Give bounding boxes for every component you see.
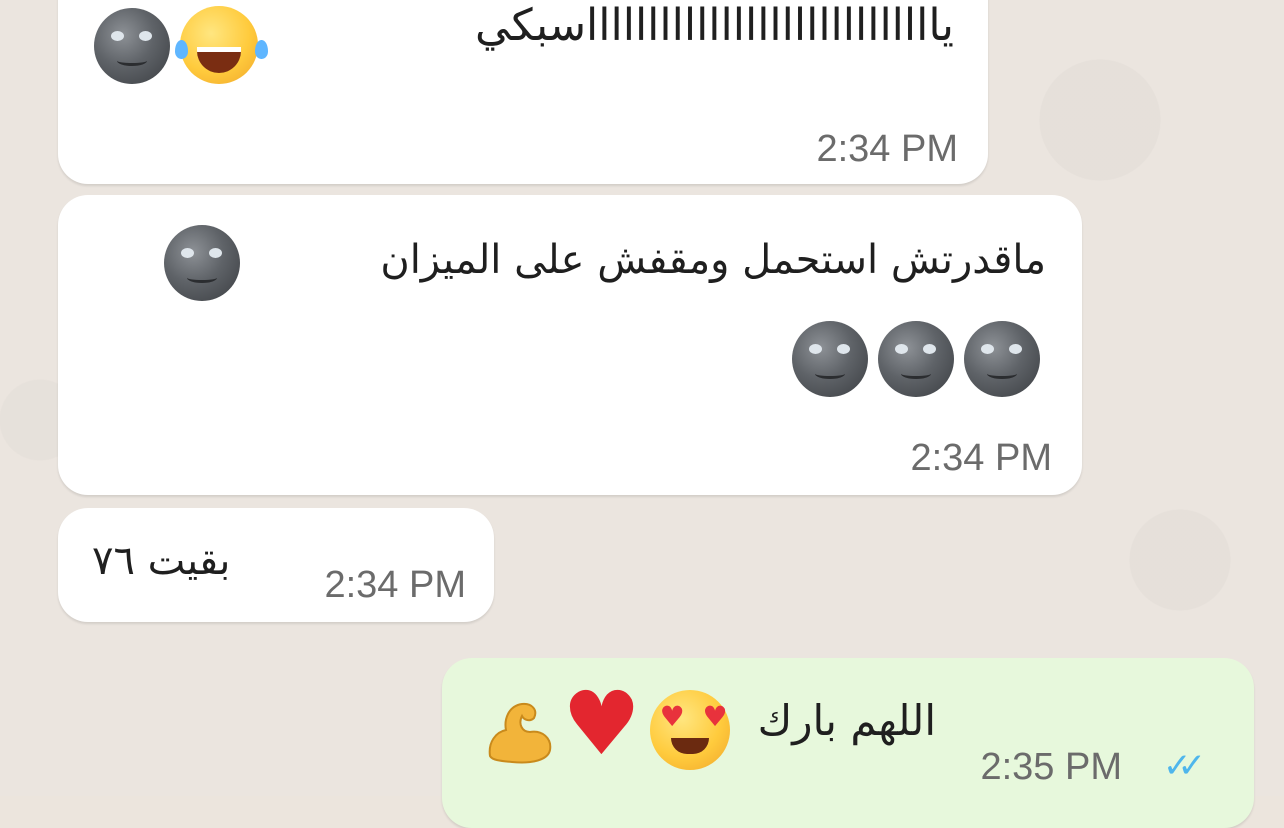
message-timestamp: 2:34 PM: [816, 128, 958, 170]
message-bubble-incoming-3[interactable]: بقيت ٧٦ 2:34 PM: [58, 508, 494, 622]
laughing-emoji-icon: [175, 6, 258, 84]
new-moon-face-icon: [94, 8, 170, 84]
flexed-biceps-icon: [482, 694, 556, 768]
heart-eyes-emoji-icon: [650, 690, 730, 770]
message-text: ياااااااااااااااااااااااااااااسبكي: [474, 0, 954, 51]
new-moon-face-icon: [792, 321, 868, 397]
message-timestamp: 2:34 PM: [324, 564, 466, 606]
message-timestamp: 2:34 PM: [910, 437, 1052, 479]
message-text: بقيت ٧٦: [92, 538, 231, 584]
message-text: ماقدرتش استحمل ومقفش على الميزان: [380, 237, 1046, 283]
new-moon-face-icon: [964, 321, 1040, 397]
new-moon-face-icon: [878, 321, 954, 397]
double-check-icon: ✓✓: [1163, 746, 1206, 786]
new-moon-face-icon: [164, 225, 240, 301]
message-text: اللهم بارك: [757, 696, 936, 745]
message-bubble-incoming-1[interactable]: ياااااااااااااااااااااااااااااسبكي 2:34 …: [58, 0, 988, 184]
message-bubble-outgoing-4[interactable]: اللهم بارك ♥ 2:35 PM ✓✓: [442, 658, 1254, 828]
message-bubble-incoming-2[interactable]: ماقدرتش استحمل ومقفش على الميزان 2:34 PM: [58, 195, 1082, 495]
message-timestamp: 2:35 PM: [980, 746, 1122, 788]
red-heart-icon: ♥: [562, 672, 641, 775]
